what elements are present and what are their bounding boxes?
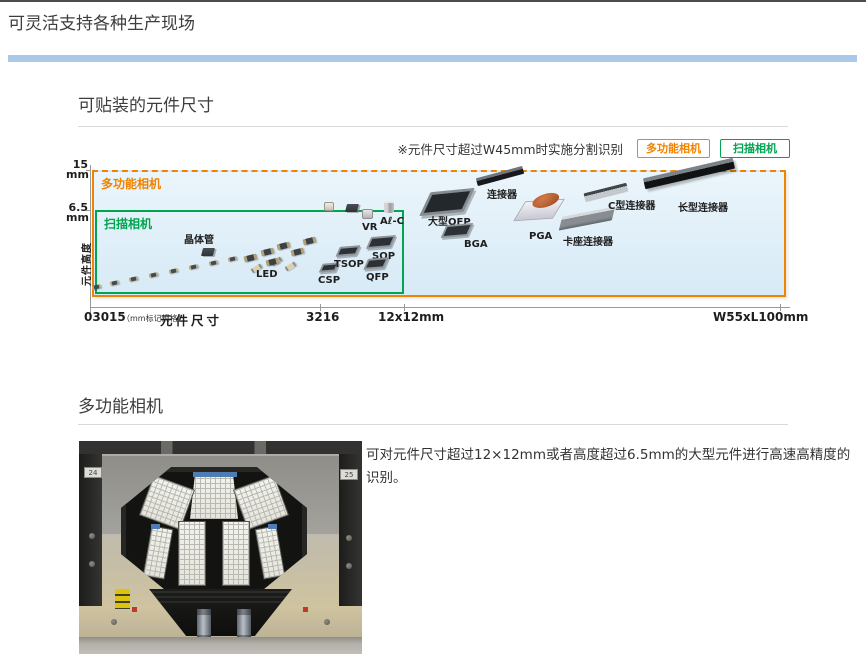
component-glyph-chip-m bbox=[260, 248, 274, 257]
component-label: Aℓ-C bbox=[380, 217, 404, 227]
component-label: VR bbox=[362, 223, 377, 233]
component-glyph-ic bbox=[363, 257, 389, 270]
camera-lower-housing bbox=[149, 589, 292, 636]
split-recognition-note: ※元件尺寸超过W45mm时实施分割识别 bbox=[397, 139, 623, 158]
slot-tag-24: 24 bbox=[84, 467, 102, 478]
blue-tape-top bbox=[193, 472, 237, 477]
component-glyph-chip-s bbox=[110, 280, 120, 286]
led-panel-bottom-left bbox=[179, 522, 205, 585]
component-label: PGA bbox=[529, 232, 552, 242]
steel-bracket-right bbox=[237, 609, 251, 640]
component-label: QFP bbox=[366, 273, 389, 283]
blue-tape-right bbox=[268, 524, 277, 529]
multifunction-camera-photo: 24 25 bbox=[79, 441, 362, 654]
machine-top-bar bbox=[79, 441, 362, 454]
legend-multifunction-camera[interactable]: 多功能相机 bbox=[637, 139, 710, 158]
component-glyph-sot bbox=[201, 248, 215, 256]
component-glyph-chip-s bbox=[169, 268, 179, 274]
legend-scan-camera[interactable]: 扫描相机 bbox=[720, 139, 790, 158]
slot-tag-25: 25 bbox=[340, 469, 358, 480]
component-label: 长型连接器 bbox=[678, 204, 728, 214]
camera-octagon-ring bbox=[121, 467, 307, 595]
component-glyph-chip-m bbox=[302, 237, 316, 246]
component-label: LED bbox=[256, 270, 278, 280]
page-top-border bbox=[0, 0, 866, 2]
component-glyph-cconn bbox=[584, 183, 629, 202]
component-glyph-ic bbox=[366, 235, 396, 249]
bolt bbox=[346, 535, 352, 541]
red-indicator-left bbox=[132, 607, 137, 612]
led-panel-side-right bbox=[256, 527, 284, 579]
section-rule bbox=[78, 424, 788, 425]
warning-sticker bbox=[115, 589, 130, 609]
led-panel-top-center bbox=[190, 476, 238, 519]
component-label: 连接器 bbox=[487, 191, 517, 201]
component-glyph-chip-m bbox=[290, 248, 304, 257]
component-glyph-alc bbox=[384, 201, 394, 213]
camera-description: 可对元件尺寸超过12×12mm或者高度超过6.5mm的大型元件进行高速高精度的识… bbox=[366, 444, 863, 489]
component-glyph-chip-m bbox=[276, 242, 290, 251]
component-glyph-bar bbox=[476, 166, 524, 186]
bolt bbox=[346, 563, 352, 569]
component-glyph-chip-s bbox=[228, 256, 238, 262]
led-panel-side-left bbox=[144, 527, 172, 579]
component-label: BGA bbox=[464, 240, 488, 250]
bolt bbox=[111, 619, 117, 625]
component-glyph-bar-long bbox=[643, 158, 735, 189]
section-title-component-sizes: 可贴装的元件尺寸 bbox=[78, 91, 214, 116]
component-label: 晶体管 bbox=[184, 236, 214, 246]
component-glyph-chip-s bbox=[189, 264, 199, 270]
page-title: 可灵活支持各种生产现场 bbox=[8, 9, 195, 34]
component-glyph-chip-s bbox=[92, 284, 102, 290]
component-size-diagram: 多功能相机 扫描相机 15 mm 6.5 mm 元件高度 03015 （mm标记… bbox=[78, 160, 790, 330]
bolt bbox=[89, 561, 95, 567]
component-glyph-ic bbox=[441, 223, 474, 238]
component-glyph-ic-lg bbox=[419, 188, 475, 216]
component-glyph-chip-s bbox=[129, 276, 139, 282]
component-label: TSOP bbox=[334, 260, 364, 270]
component-glyph-vr bbox=[362, 209, 373, 219]
component-glyph-chip-y bbox=[285, 261, 297, 271]
section-rule bbox=[78, 126, 788, 127]
section-title-multifunction-camera: 多功能相机 bbox=[78, 392, 163, 417]
component-label: 卡座连接器 bbox=[563, 238, 613, 248]
red-indicator-right bbox=[303, 607, 308, 612]
component-glyph-trim bbox=[324, 202, 334, 211]
blue-tape-left bbox=[151, 524, 160, 529]
note-legend-row: ※元件尺寸超过W45mm时实施分割识别 多功能相机 扫描相机 bbox=[78, 138, 790, 158]
component-glyph-chip-m bbox=[243, 254, 257, 263]
components-layer: 晶体管LEDCSPTSOPSOPQFPVRAℓ-C连接器大型QFPBGAPGA卡… bbox=[78, 160, 790, 330]
component-label: CSP bbox=[318, 276, 340, 286]
steel-bracket-left bbox=[197, 609, 211, 640]
component-glyph-sot bbox=[345, 204, 359, 212]
section-divider-bar bbox=[8, 55, 857, 62]
bolt bbox=[89, 533, 95, 539]
component-label: C型连接器 bbox=[608, 202, 655, 212]
component-glyph-pga bbox=[513, 199, 565, 222]
bolt bbox=[324, 619, 330, 625]
machine-base-strip bbox=[79, 637, 362, 654]
led-panel-bottom-right bbox=[223, 522, 249, 585]
component-glyph-chip-s bbox=[209, 260, 219, 266]
component-glyph-chip-s bbox=[149, 272, 159, 278]
component-glyph-card bbox=[559, 206, 615, 230]
component-glyph-ic bbox=[335, 245, 360, 257]
